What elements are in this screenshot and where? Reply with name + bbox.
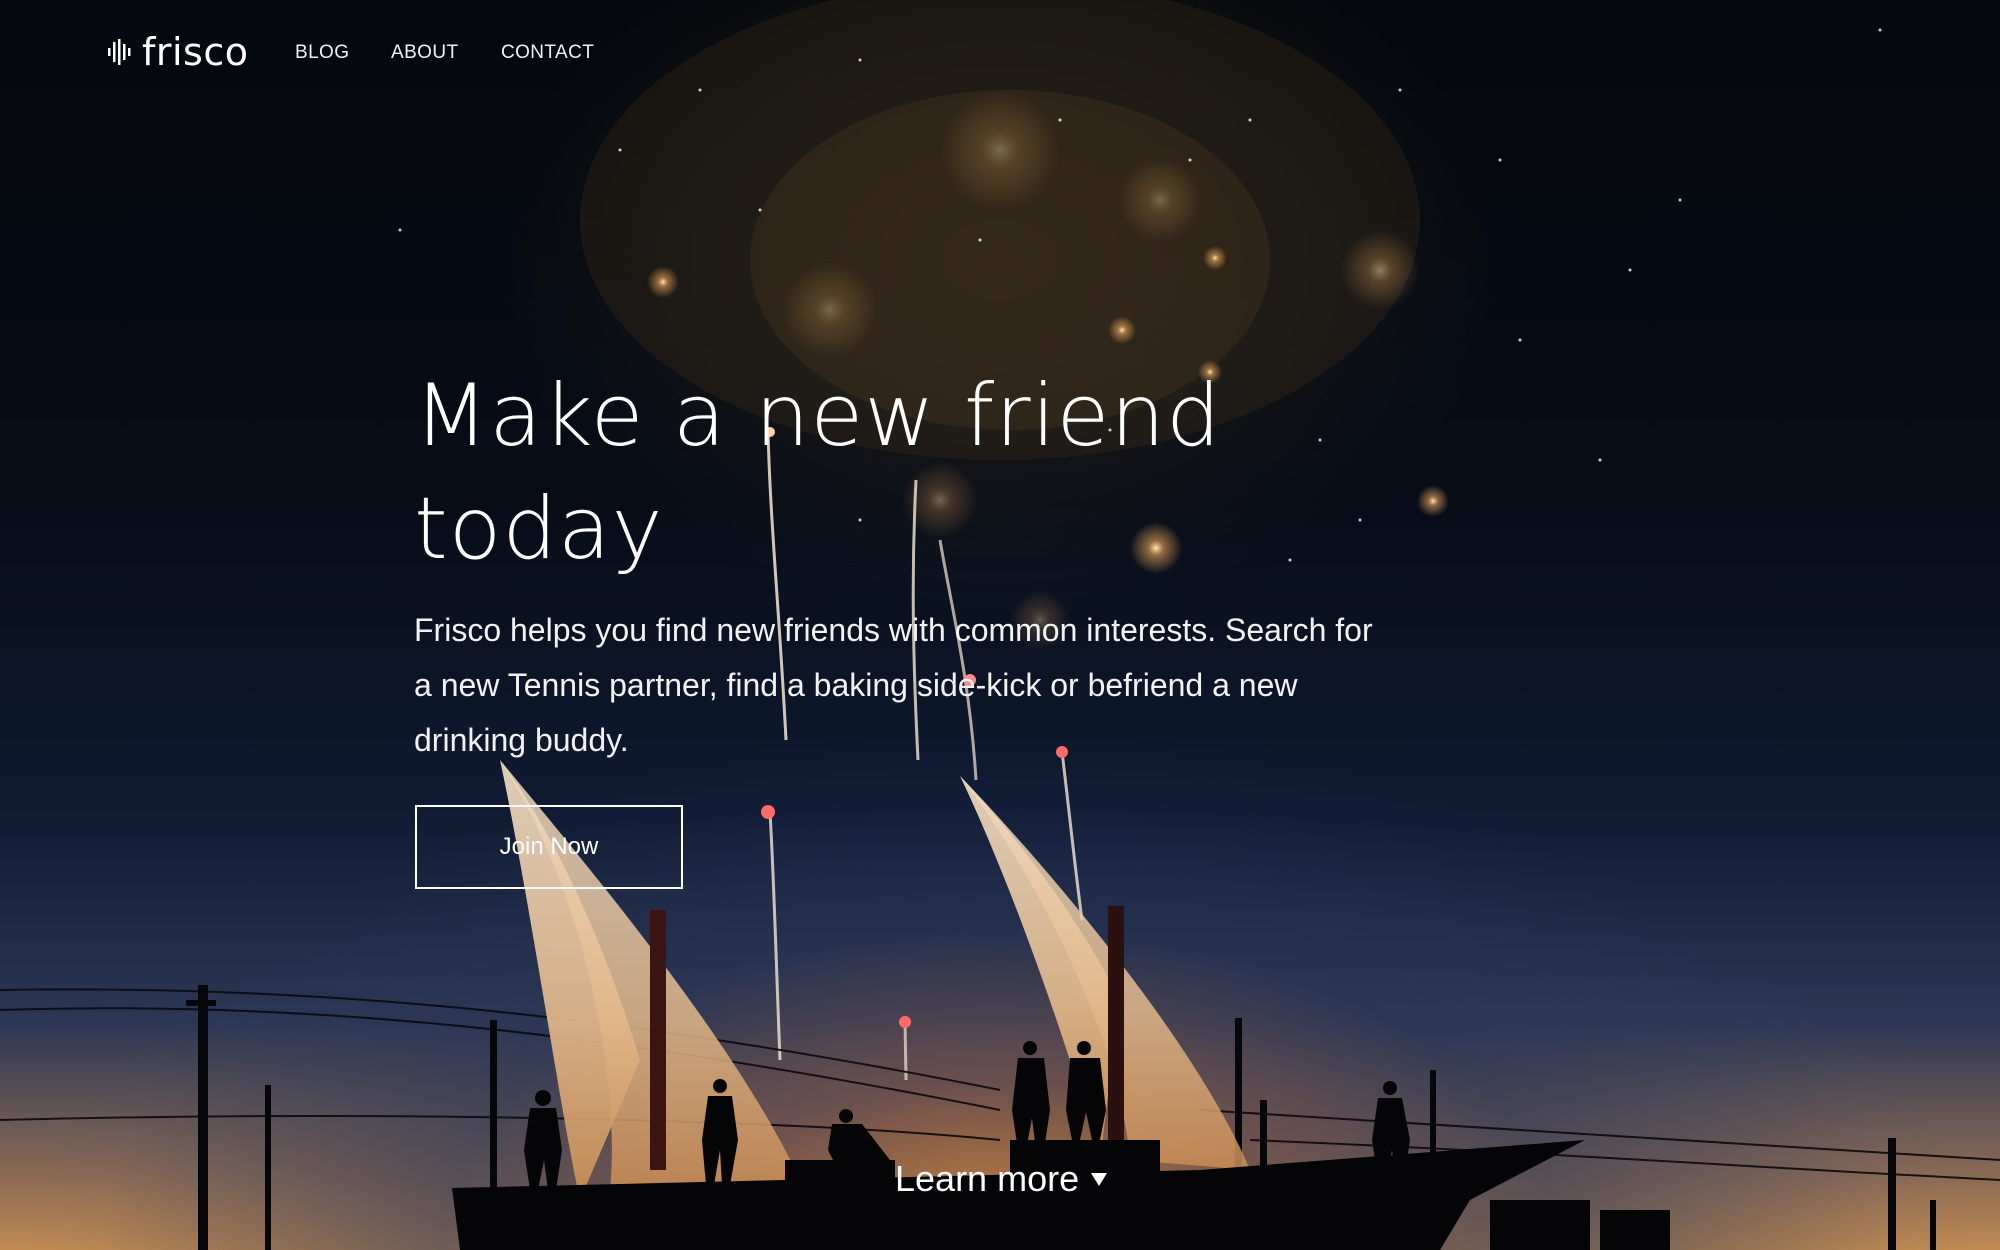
learn-more-label: Learn more [895,1158,1080,1199]
top-nav: frisco BLOG ABOUT CONTACT [108,24,594,80]
learn-more-link[interactable]: Learn more [895,1158,1109,1200]
hero-description: Frisco helps you find new friends with c… [414,612,1373,758]
triangle-down-icon [1091,1173,1108,1186]
power-lines [0,988,2000,1181]
nav-link-about[interactable]: ABOUT [391,42,458,64]
hero-headline: Make a new friend today [414,366,1222,579]
brand-logo[interactable]: frisco [108,30,249,74]
sound-wave-icon [108,39,131,65]
hero-background: frisco BLOG ABOUT CONTACT Make a new fri… [0,0,2000,1250]
join-now-button[interactable]: Join Now [415,805,683,889]
brand-name: frisco [142,30,249,74]
nav-link-blog[interactable]: BLOG [295,42,349,64]
nav-link-contact[interactable]: CONTACT [501,42,594,64]
